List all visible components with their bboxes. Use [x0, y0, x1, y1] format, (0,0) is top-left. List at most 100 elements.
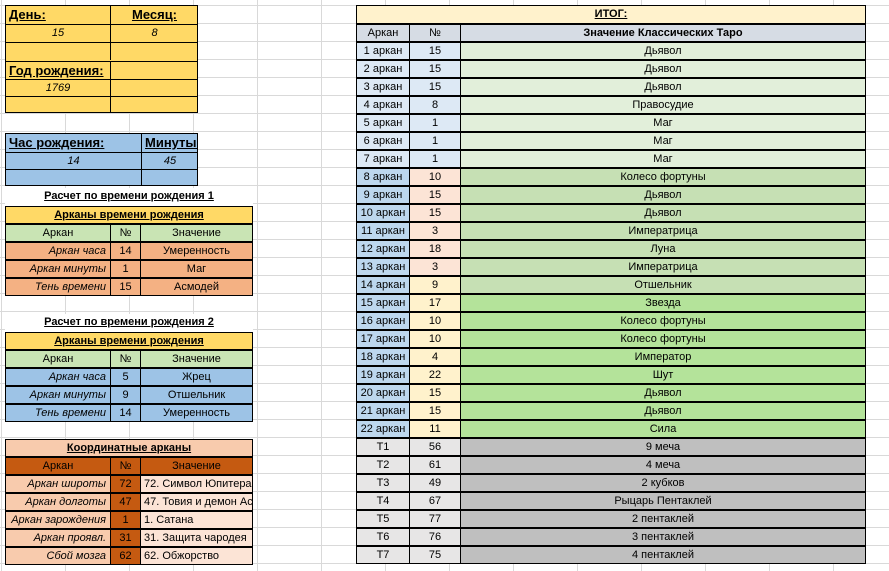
itog-row-arcana[interactable]: 19 аркан	[356, 366, 410, 384]
itog-row-value[interactable]: Императрица	[460, 222, 866, 240]
itog-row-num[interactable]: 18	[409, 240, 461, 258]
itog-row-arcana[interactable]: 20 аркан	[356, 384, 410, 402]
itog-row-num[interactable]: 4	[409, 348, 461, 366]
itog-row-value[interactable]: 9 меча	[460, 438, 866, 456]
itog-row-num[interactable]: 77	[409, 510, 461, 528]
itog-row-num[interactable]: 75	[409, 546, 461, 564]
itog-row-value[interactable]: 2 пентаклей	[460, 510, 866, 528]
itog-row-value[interactable]: Маг	[460, 114, 866, 132]
coords-row-num[interactable]: 1	[110, 511, 141, 529]
itog-row-num[interactable]: 1	[409, 132, 461, 150]
table-row-num[interactable]: 5	[110, 368, 141, 386]
minute-value[interactable]: 45	[141, 152, 198, 169]
itog-row-num[interactable]: 3	[409, 222, 461, 240]
itog-row-arcana[interactable]: 13 аркан	[356, 258, 410, 276]
itog-row-value[interactable]: Колесо фортуны	[460, 312, 866, 330]
table-row-num[interactable]: 14	[110, 242, 141, 260]
itog-row-value[interactable]: Шут	[460, 366, 866, 384]
table-row-value[interactable]: Маг	[140, 260, 253, 278]
itog-row-value[interactable]: 4 меча	[460, 456, 866, 474]
itog-row-value[interactable]: Дьявол	[460, 78, 866, 96]
itog-row-value[interactable]: Дьявол	[460, 204, 866, 222]
table-row-num[interactable]: 1	[110, 260, 141, 278]
itog-row-num[interactable]: 15	[409, 384, 461, 402]
itog-row-num[interactable]: 17	[409, 294, 461, 312]
itog-row-num[interactable]: 10	[409, 168, 461, 186]
month-value[interactable]: 8	[110, 24, 198, 42]
day-value[interactable]: 15	[6, 24, 110, 42]
itog-row-arcana[interactable]: Т3	[356, 474, 410, 492]
itog-row-num[interactable]: 67	[409, 492, 461, 510]
coords-row-num[interactable]: 31	[110, 529, 141, 547]
itog-row-arcana[interactable]: Т6	[356, 528, 410, 546]
table-row-value[interactable]: Умеренность	[140, 404, 253, 422]
table-row-num[interactable]: 15	[110, 278, 141, 296]
table-row-name[interactable]: Тень времени	[5, 404, 111, 422]
coords-row-value[interactable]: 47. Товия и демон Ас	[140, 493, 253, 511]
itog-row-arcana[interactable]: 8 аркан	[356, 168, 410, 186]
itog-row-arcana[interactable]: 6 аркан	[356, 132, 410, 150]
itog-row-num[interactable]: 22	[409, 366, 461, 384]
itog-row-arcana[interactable]: 14 аркан	[356, 276, 410, 294]
itog-row-arcana[interactable]: 2 аркан	[356, 60, 410, 78]
table-row-num[interactable]: 9	[110, 386, 141, 404]
table-row-name[interactable]: Аркан часа	[5, 368, 111, 386]
itog-row-arcana[interactable]: 4 аркан	[356, 96, 410, 114]
itog-row-value[interactable]: Звезда	[460, 294, 866, 312]
itog-row-value[interactable]: Луна	[460, 240, 866, 258]
itog-row-value[interactable]: Сила	[460, 420, 866, 438]
itog-row-num[interactable]: 15	[409, 78, 461, 96]
itog-row-arcana[interactable]: 22 аркан	[356, 420, 410, 438]
itog-row-arcana[interactable]: 16 аркан	[356, 312, 410, 330]
coords-row-name[interactable]: Аркан долготы	[5, 493, 111, 511]
itog-row-num[interactable]: 15	[409, 60, 461, 78]
empty-cell[interactable]	[110, 79, 198, 96]
itog-row-arcana[interactable]: 15 аркан	[356, 294, 410, 312]
itog-row-value[interactable]: Маг	[460, 150, 866, 168]
coords-row-value[interactable]: 31. Защита чародея	[140, 529, 253, 547]
itog-row-num[interactable]: 1	[409, 114, 461, 132]
itog-row-value[interactable]: Дьявол	[460, 402, 866, 420]
coords-row-name[interactable]: Аркан широты	[5, 475, 111, 493]
hour-value[interactable]: 14	[6, 152, 141, 169]
itog-row-num[interactable]: 76	[409, 528, 461, 546]
itog-row-arcana[interactable]: 18 аркан	[356, 348, 410, 366]
itog-row-num[interactable]: 15	[409, 186, 461, 204]
itog-row-value[interactable]: Император	[460, 348, 866, 366]
itog-row-value[interactable]: Дьявол	[460, 42, 866, 60]
table-row-name[interactable]: Аркан минуты	[5, 386, 111, 404]
itog-row-value[interactable]: Императрица	[460, 258, 866, 276]
itog-row-arcana[interactable]: 10 аркан	[356, 204, 410, 222]
itog-row-arcana[interactable]: Т4	[356, 492, 410, 510]
empty-cell[interactable]	[110, 61, 198, 79]
itog-row-value[interactable]: Колесо фортуны	[460, 168, 866, 186]
coords-row-value[interactable]: 62. Обжорство	[140, 547, 253, 565]
coords-row-name[interactable]: Аркан зарождения	[5, 511, 111, 529]
coords-row-value[interactable]: 72. Символ Юпитера	[140, 475, 253, 493]
itog-row-arcana[interactable]: 21 аркан	[356, 402, 410, 420]
empty-cell[interactable]	[110, 96, 198, 113]
itog-row-num[interactable]: 3	[409, 258, 461, 276]
itog-row-arcana[interactable]: Т5	[356, 510, 410, 528]
itog-row-num[interactable]: 1	[409, 150, 461, 168]
itog-row-num[interactable]: 8	[409, 96, 461, 114]
itog-row-num[interactable]: 15	[409, 204, 461, 222]
itog-row-num[interactable]: 56	[409, 438, 461, 456]
itog-row-num[interactable]: 10	[409, 312, 461, 330]
itog-row-arcana[interactable]: 11 аркан	[356, 222, 410, 240]
itog-row-num[interactable]: 9	[409, 276, 461, 294]
itog-row-arcana[interactable]: 5 аркан	[356, 114, 410, 132]
table-row-name[interactable]: Аркан часа	[5, 242, 111, 260]
itog-row-arcana[interactable]: 12 аркан	[356, 240, 410, 258]
itog-row-arcana[interactable]: 1 аркан	[356, 42, 410, 60]
itog-row-value[interactable]: Маг	[460, 132, 866, 150]
itog-row-arcana[interactable]: 3 аркан	[356, 78, 410, 96]
coords-row-name[interactable]: Сбой мозга	[5, 547, 111, 565]
itog-row-value[interactable]: 3 пентаклей	[460, 528, 866, 546]
empty-cell[interactable]	[6, 42, 110, 60]
coords-row-num[interactable]: 47	[110, 493, 141, 511]
itog-row-arcana[interactable]: Т7	[356, 546, 410, 564]
table-row-value[interactable]: Асмодей	[140, 278, 253, 296]
coords-row-name[interactable]: Аркан проявл.	[5, 529, 111, 547]
empty-cell[interactable]	[141, 169, 198, 186]
